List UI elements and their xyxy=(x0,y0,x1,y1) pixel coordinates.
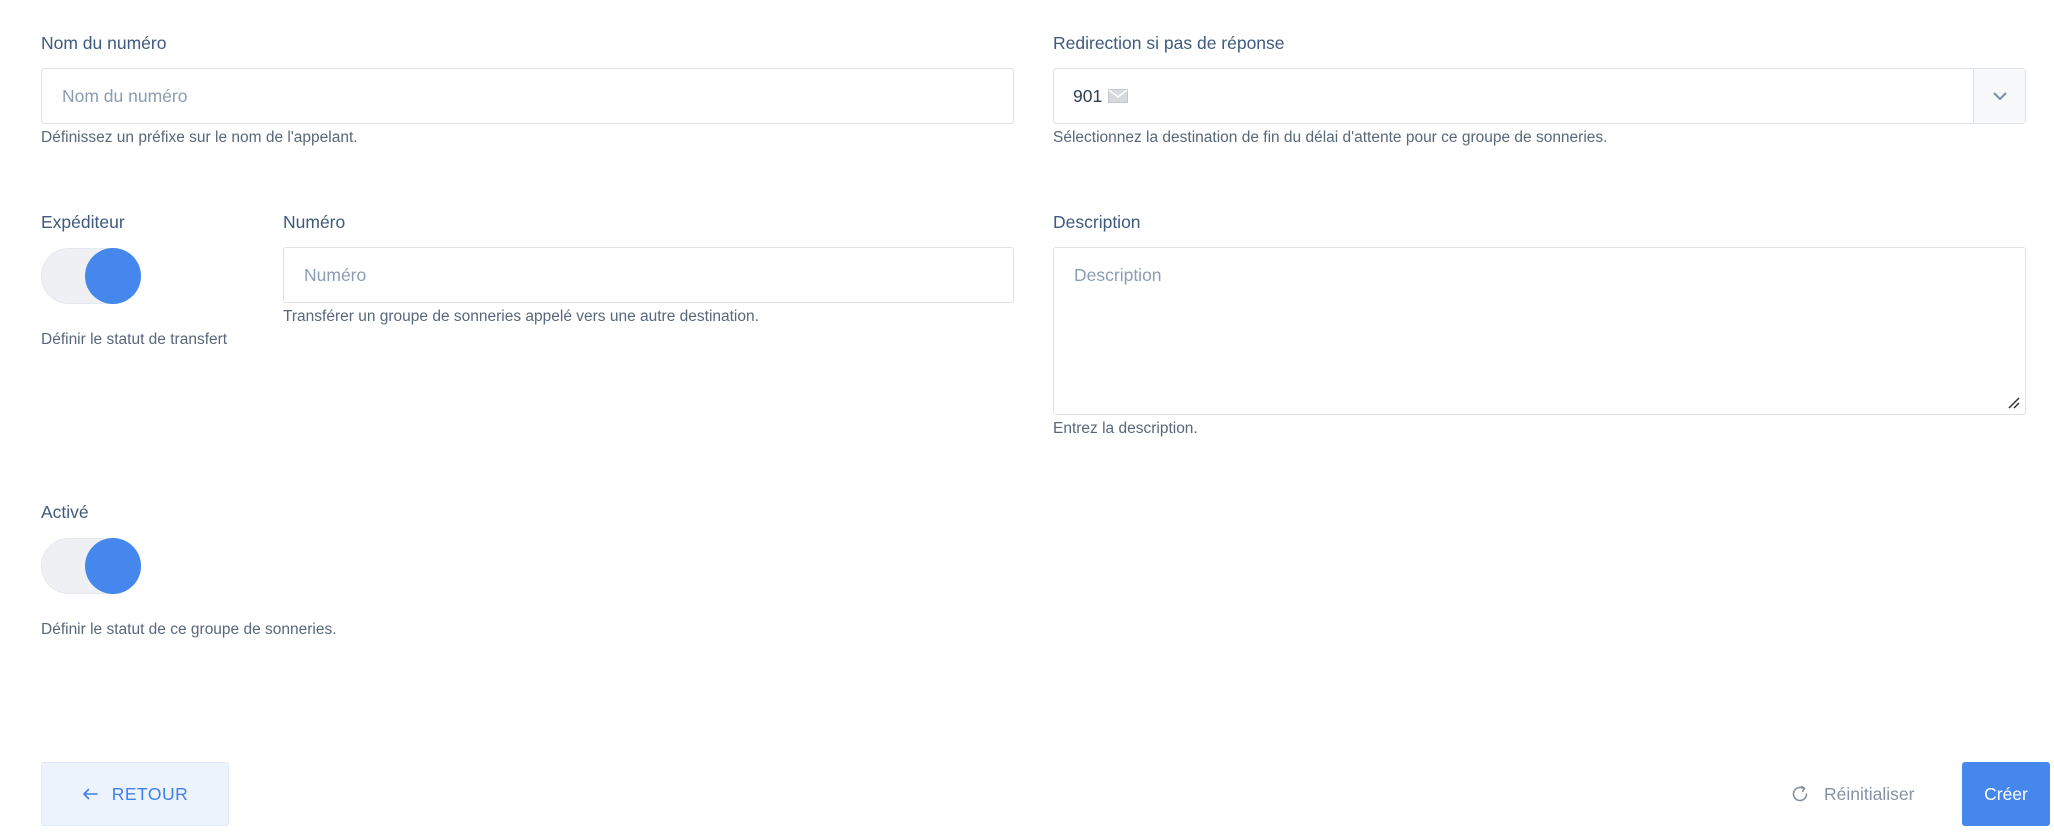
refresh-icon xyxy=(1792,785,1808,802)
create-button[interactable]: Créer xyxy=(1962,762,2050,826)
create-button-label: Créer xyxy=(1984,783,2028,804)
sender-toggle[interactable] xyxy=(41,248,141,304)
number-hint: Transférer un groupe de sonneries appelé… xyxy=(283,308,759,325)
description-hint: Entrez la description. xyxy=(1053,420,1198,437)
number-input[interactable] xyxy=(283,247,1014,303)
no-answer-redirect-value: 901 xyxy=(1073,86,1103,106)
no-answer-redirect-value-wrap: 901 xyxy=(1073,85,1129,107)
back-button[interactable]: RETOUR xyxy=(41,762,229,826)
envelope-icon xyxy=(1108,89,1129,103)
no-answer-redirect-label: Redirection si pas de réponse xyxy=(1053,33,1285,53)
arrow-left-icon xyxy=(82,788,98,800)
chevron-down-icon xyxy=(1993,92,2006,100)
caller-name-hint: Définissez un préfixe sur le nom de l'ap… xyxy=(41,129,358,146)
reset-button[interactable]: Réinitialiser xyxy=(1790,762,1930,826)
caller-name-label: Nom du numéro xyxy=(41,33,167,53)
description-textarea[interactable] xyxy=(1053,247,2026,415)
active-toggle[interactable] xyxy=(41,538,141,594)
no-answer-redirect-hint: Sélectionnez la destination de fin du dé… xyxy=(1053,129,1608,146)
number-label: Numéro xyxy=(283,212,346,232)
back-button-label: RETOUR xyxy=(111,783,189,804)
caller-name-input[interactable] xyxy=(41,68,1014,124)
reset-button-label: Réinitialiser xyxy=(1824,783,1915,804)
description-label: Description xyxy=(1053,212,1141,232)
active-toggle-knob xyxy=(85,538,141,594)
ring-group-form: Nom du numéro Définissez un préfixe sur … xyxy=(0,0,2054,838)
active-label: Activé xyxy=(41,502,89,522)
active-hint: Définir le statut de ce groupe de sonner… xyxy=(41,621,337,638)
sender-hint: Définir le statut de transfert xyxy=(41,331,228,348)
resize-handle-icon[interactable] xyxy=(2006,395,2020,409)
no-answer-redirect-select[interactable]: 901 xyxy=(1053,68,2026,124)
sender-label: Expéditeur xyxy=(41,212,125,232)
sender-toggle-knob xyxy=(85,248,141,304)
select-dropdown-toggle[interactable] xyxy=(1973,69,2025,123)
